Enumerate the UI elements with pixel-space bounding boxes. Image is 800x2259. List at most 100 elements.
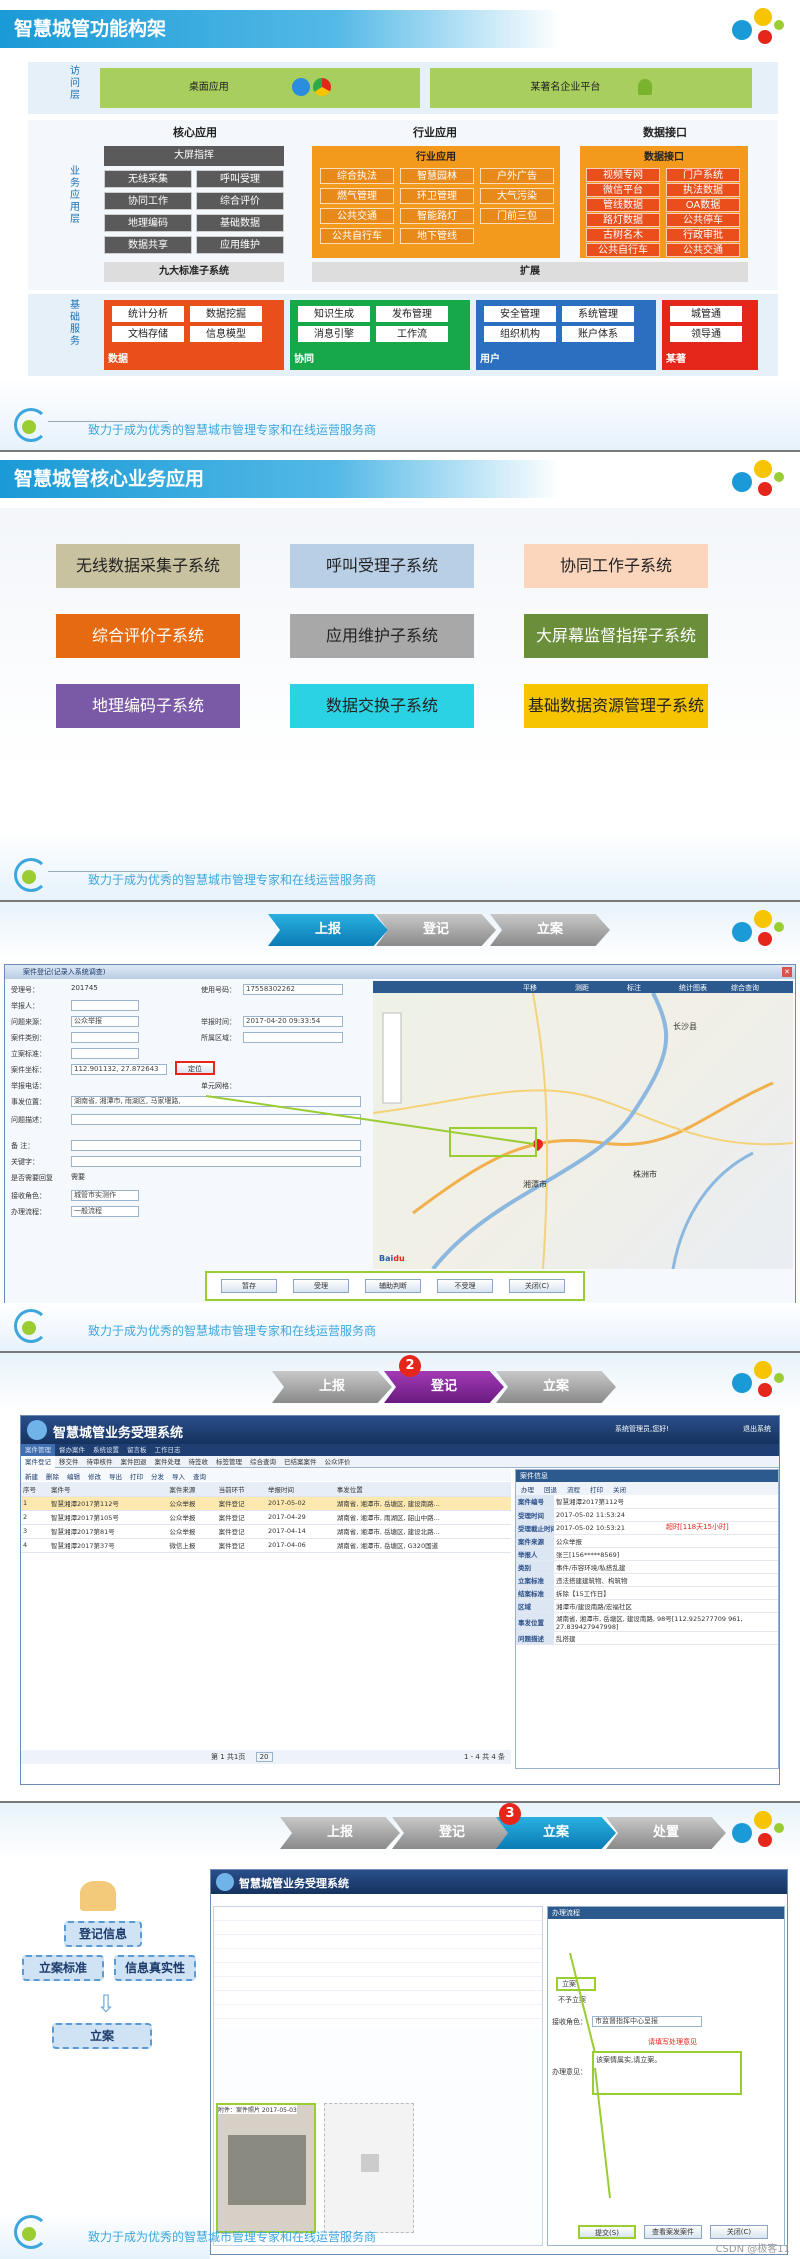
recv-select[interactable]: 市监督指挥中心呈报 [592,2016,702,2027]
field-label: 举报人： [11,1002,39,1010]
info-value: 乱搭建 [554,1631,778,1645]
map-tool[interactable]: 测距 [575,983,589,993]
skyline-graphic [48,392,168,422]
window-close-icon[interactable]: ✕ [782,967,792,977]
system-header: 智慧城管业务受理系统 [211,1870,787,1894]
opt-file[interactable]: 立案 [556,1977,596,1991]
industry-item: 地下管线 [400,228,474,244]
info-value: 张三[156*****8569] [554,1547,778,1561]
industry-item: 智能路灯 [400,208,474,224]
map-panel[interactable]: 湘潭市 株洲市 长沙县 Baidu 平移 测距 标注 统计图表 综合查询 [373,981,793,1269]
data-title: 数据接口 [643,126,687,139]
action-button[interactable]: 受理 [293,1279,349,1293]
sub-tab[interactable]: 综合查询 [246,1456,280,1468]
case-table-wrap: 序号 案件号 案件来源 当前环节 举报时间 事发位置 1 智慧湘潭2017第112号 公众举报案… [21,1482,511,1750]
info-tool[interactable]: 关闭 [608,1484,631,1497]
field-label: 问题来源： [11,1018,46,1026]
nav-item[interactable]: 工作日志 [151,1444,185,1456]
slide-title: 智慧城管功能构架 [0,10,560,48]
pagesize-select[interactable]: 20 [255,1752,273,1762]
sub-tab[interactable]: 公众评价 [321,1456,355,1468]
sub-tab[interactable]: 已结案案件 [280,1456,321,1468]
logout-link[interactable]: 退出系统 [743,1424,771,1434]
field-input[interactable] [71,1156,361,1167]
area-select[interactable] [243,1032,343,1043]
upload-icon[interactable] [361,2154,379,2172]
info-tool[interactable]: 回退 [539,1484,562,1497]
opt-reject[interactable]: 不予立案 [558,1995,586,2005]
info-value: 智慧湘潭2017第112号 [554,1495,778,1509]
base-group-name: 协同 [294,354,314,365]
info-tool[interactable]: 打印 [585,1484,608,1497]
info-value: 事件/市容环境/私搭乱建 [554,1560,778,1574]
core-item: 协同工作 [104,192,192,210]
field-label: 案件坐标： [11,1066,46,1074]
field-input[interactable]: 112.901132, 27.872643 [71,1064,167,1075]
action-button[interactable]: 暂存 [221,1279,277,1293]
info-row: 事发位置 湖南省, 湘潭市, 岳塘区, 建设南路, 98号[112.9252777… [516,1612,778,1632]
map-tool[interactable]: 标注 [627,983,641,993]
field-input[interactable] [71,1048,139,1059]
field-input[interactable] [71,1140,361,1151]
sub-tab[interactable]: 待审核件 [83,1456,117,1468]
panel-button[interactable]: 查看案发案件 [644,2225,702,2239]
sub-tab[interactable]: 案件处理 [151,1456,185,1468]
ie-icon [292,78,310,96]
table-row[interactable]: 1 智慧湘潭2017第112号 公众举报 案件登记 2017-05-02 湖南省, 湘潭市… [21,1496,511,1511]
table-row[interactable]: 2 智慧湘潭2017第105号 公众举报 案件登记 2017-04-29 湖南省, 湘潭市… [21,1510,511,1525]
base-item: 统计分析 [112,306,184,322]
map-tool[interactable]: 综合查询 [731,983,759,993]
user-avatar-icon [216,1873,234,1891]
slide-file-flow: 上报 登记 立案 处置 3 登记信息 立案标准 信息真实性 ⇩ 立案 智慧城管业… [0,1803,800,2259]
opinion-textarea[interactable]: 该案情属实,请立案。 [592,2051,742,2095]
sub-tab[interactable]: 待签收 [185,1456,213,1468]
sub-tab[interactable]: 移交件 [55,1456,83,1468]
info-tool[interactable]: 流程 [562,1484,585,1497]
slide-architecture: 智慧城管功能构架 访问层 桌面应用 某著名企业平台 业务应用层 核心应用 行业应… [0,0,800,452]
extend-bar: 扩展 [312,262,748,282]
field-label: 立案标准： [11,1050,46,1058]
time-input[interactable]: 2017-04-20 09:33:54 [243,1016,343,1027]
field-input[interactable] [71,1114,361,1125]
field-input[interactable]: 公众举报 [71,1016,139,1027]
nav-item[interactable]: 督办案件 [55,1444,89,1456]
table-cell: 湖南省, 湘潭市, 岳塘区, 建设北路... [334,1524,511,1539]
info-tool[interactable]: 办理 [516,1484,539,1497]
field-input[interactable] [71,1000,139,1011]
nav-item[interactable]: 案件管理 [21,1444,55,1456]
field-input[interactable]: 城管市实测作 [71,1190,139,1201]
base-group-name: 用户 [480,354,500,365]
logo-dots [732,458,788,508]
base-item: 安全管理 [484,306,556,322]
step-report: 上报 [272,1371,392,1403]
process-panel: 办理流程 立案 不予立案 接收角色： 市监督指挥中心呈报 请填写处理意见 办理意… [547,1906,785,2246]
photo-placeholder [324,2103,414,2233]
sub-tab[interactable]: 案件回退 [117,1456,151,1468]
nav-item[interactable]: 留言板 [123,1444,151,1456]
field-input[interactable]: 湖南省, 湘潭市, 雨湖区, 马家堰路, [71,1096,361,1107]
field-input[interactable] [71,1032,139,1043]
main-nav: 案件管理 督办案件 系统设置 留言板 工作日志 [21,1444,779,1456]
table-cell: 案件登记 [216,1524,266,1539]
sub-tab[interactable]: 标签管理 [212,1456,246,1468]
phone-input[interactable]: 17558302262 [243,984,343,995]
locate-button[interactable]: 定位 [175,1061,215,1075]
table-cell: 智慧湘潭2017第105号 [48,1510,168,1525]
map-tool[interactable]: 统计图表 [679,983,707,993]
table-cell: 4 [21,1538,49,1553]
core-item: 地理编码 [104,214,192,232]
partner-platform-label: 某著名企业平台 [530,82,601,93]
action-button[interactable]: 关闭(C) [509,1279,565,1293]
field-input[interactable]: 一般流程 [71,1206,139,1217]
nav-item[interactable]: 系统设置 [89,1444,123,1456]
table-row[interactable]: 3 智慧湘潭2017第81号 公众举报 案件登记 2017-04-14 湖南省, 湘潭市,… [21,1524,511,1539]
map-tool[interactable]: 平移 [523,983,537,993]
layer-access-label: 访问层 [70,66,80,101]
panel-button[interactable]: 关闭(C) [710,2225,768,2239]
slide-core-business: 智慧城管核心业务应用 致力于成为优秀的智慧城市管理专家和在线运营服务商 无线数据… [0,452,800,902]
sub-tab[interactable]: 案件登记 [21,1456,55,1468]
action-button[interactable]: 辅助判断 [365,1279,421,1293]
table-row[interactable]: 4 智慧湘潭2017第37号 微信上报 案件登记 2017-04-06 湖南省, 湘潭市,… [21,1538,511,1553]
action-button[interactable]: 不受理 [437,1279,493,1293]
panel-button[interactable]: 提交(S) [578,2225,636,2239]
